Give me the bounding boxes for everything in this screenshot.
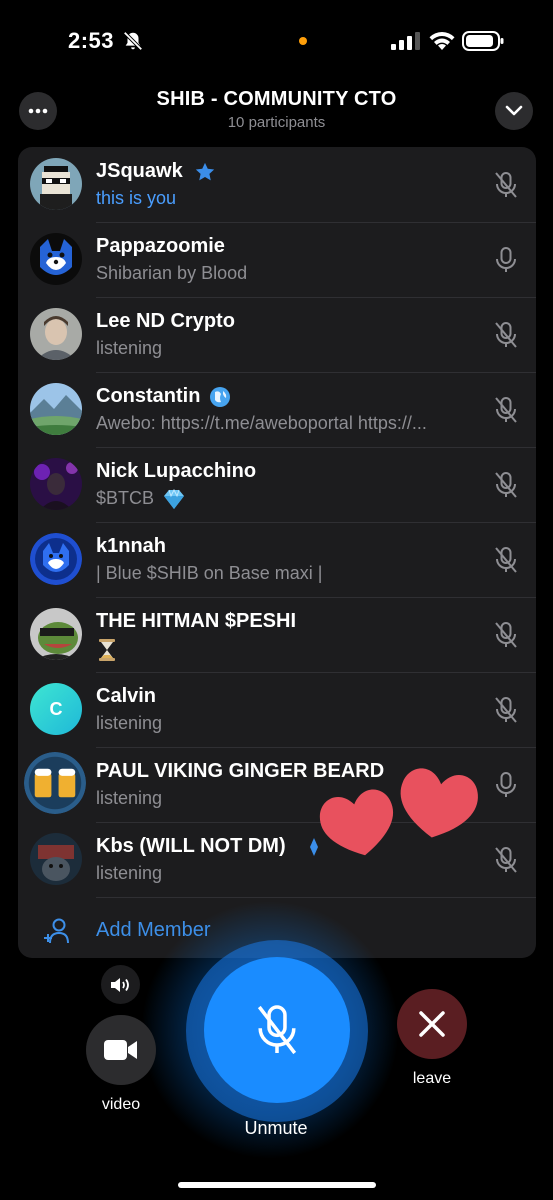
participant-status: Awebo: https://t.me/aweboportal https://… [96,413,427,433]
participant-name: PAUL VIKING GINGER BEARD [96,760,385,782]
battery-icon [462,31,504,51]
participant-row[interactable]: k1nnah | Blue $SHIB on Base maxi | [18,522,536,597]
participant-name: JSquawk [96,160,183,182]
avatar [30,308,82,360]
globe-emoji [210,387,230,407]
call-header: SHIB - COMMUNITY CTO 10 participants [0,84,553,140]
chat-title: SHIB - COMMUNITY CTO [156,88,397,110]
mic-icon[interactable] [493,246,519,274]
participant-name: k1nnah [96,535,167,557]
mic-muted-icon[interactable] [493,546,519,574]
leave-label: leave [412,1070,452,1087]
close-icon [419,1011,445,1037]
mic-muted-icon[interactable] [493,621,519,649]
hourglass-emoji [99,639,115,661]
avatar [30,833,82,885]
participant-name: Nick Lupacchino [96,460,257,482]
participant-status: listening [96,338,163,358]
mic-muted-icon [257,1005,297,1055]
participant-name: THE HITMAN $PESHI [96,610,297,632]
avatar [24,752,86,814]
mic-muted-icon[interactable] [493,696,519,724]
cellular-signal-icon [391,32,420,50]
leave-button[interactable] [397,989,467,1059]
video-label: video [101,1096,141,1113]
status-bar: 2:53 [0,0,553,80]
heart-reaction-icon [319,789,394,856]
add-person-icon [44,918,69,944]
wifi-icon [429,31,455,50]
chevron-down-icon [505,105,523,116]
star-icon [195,162,215,181]
avatar [30,383,82,435]
avatar [30,608,82,660]
participant-status: listening [96,863,163,883]
participant-row[interactable]: Nick Lupacchino $BTCB [18,447,536,522]
participant-name: Kbs (WILL NOT DM) [96,835,286,857]
participant-row[interactable]: Constantin Awebo: https://t.me/aweboport… [18,372,536,447]
participant-row[interactable]: C Calvin listening [18,672,536,747]
collapse-button[interactable] [495,92,533,130]
mic-muted-icon[interactable] [493,471,519,499]
heart-reaction-icon [400,768,478,838]
participant-status: Shibarian by Blood [96,263,248,283]
participant-name: Constantin [96,385,201,407]
gem-emoji [164,488,184,509]
avatar [30,458,82,510]
avatar [30,233,82,285]
mic-muted-icon[interactable] [493,171,519,199]
avatar [30,158,82,210]
divider [96,897,536,898]
participant-name: Calvin [96,685,157,707]
participant-status: | Blue $SHIB on Base maxi | [96,563,323,583]
avatar-letter: C [49,698,63,719]
unmute-label: Unmute [244,1118,308,1138]
participant-status: this is you [96,188,177,208]
participant-count: 10 participants [227,114,326,131]
participant-name: Lee ND Crypto [96,310,235,332]
home-indicator[interactable] [178,1182,376,1188]
participant-row[interactable]: THE HITMAN $PESHI [18,597,536,672]
participant-name: Pappazoomie [96,235,225,257]
speaker-button[interactable] [101,965,140,1004]
mic-icon[interactable] [493,771,519,799]
unmute-button[interactable] [204,957,350,1103]
mic-muted-icon[interactable] [493,846,519,874]
bell-slash-icon [123,31,143,51]
status-time: 2:53 [68,28,115,53]
participant-status: listening [96,713,163,733]
participant-status: $BTCB [96,488,155,508]
mic-muted-icon[interactable] [493,396,519,424]
blue-diamond-emoji [310,838,318,856]
recording-dot-icon [299,37,307,45]
participant-row[interactable]: Pappazoomie Shibarian by Blood [18,222,536,297]
speaker-icon [110,977,129,992]
video-button[interactable] [86,1015,156,1085]
avatar [30,533,82,585]
participant-row[interactable]: JSquawk this is you [18,147,536,222]
participant-row[interactable]: Lee ND Crypto listening [18,297,536,372]
mic-muted-icon[interactable] [493,321,519,349]
video-camera-icon [104,1040,137,1060]
avatar: C [30,683,82,735]
